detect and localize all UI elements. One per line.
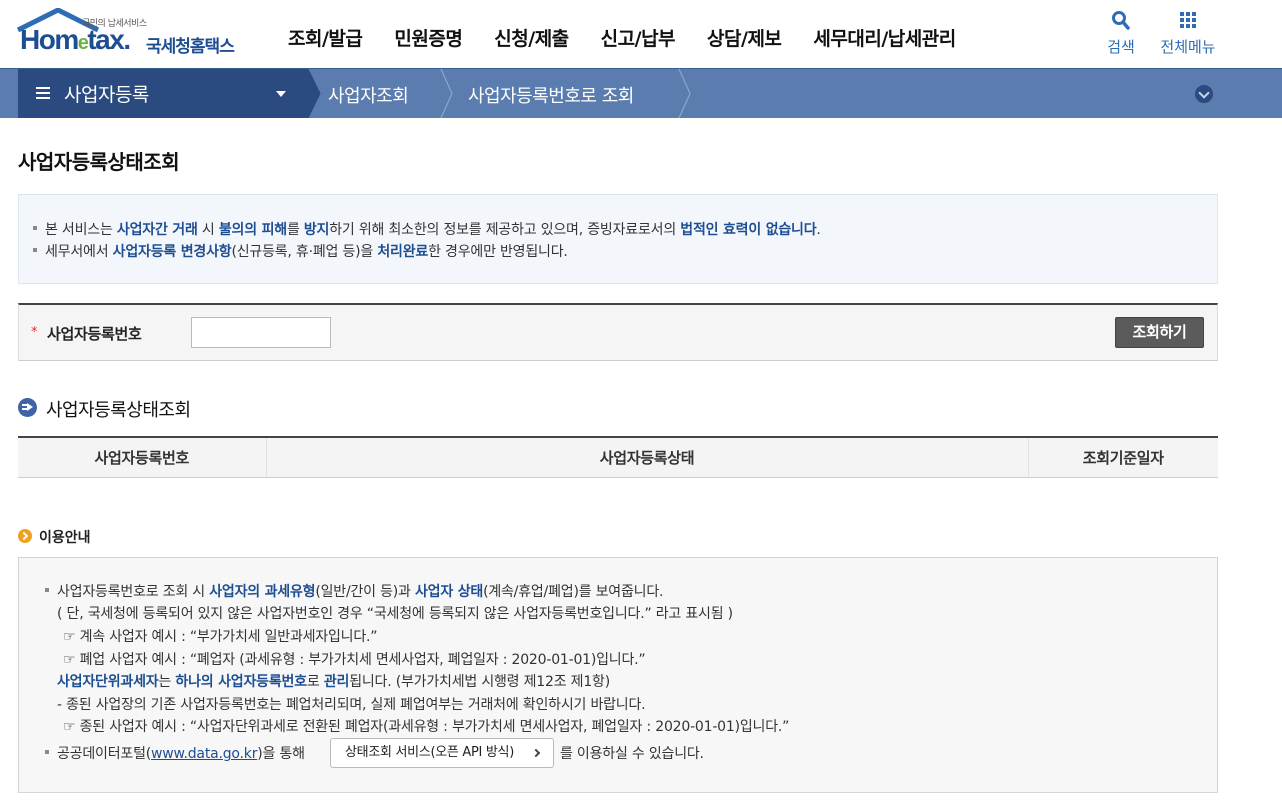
guide-line: 공공데이터포털(www.data.go.kr)을 통해	[45, 743, 305, 763]
guide-line: 사업자등록번호로 조회 시 사업자의 과세유형(일반/간이 등)과 사업자 상태…	[44, 581, 663, 601]
column-header-business-number: 사업자등록번호	[18, 437, 267, 478]
notice-line: 본 서비스는 사업자간 거래 시 불의의 피해를 방지하기 위해 최소한의 정보…	[33, 219, 821, 239]
column-header-status: 사업자등록상태	[266, 437, 1029, 478]
page-title: 사업자등록상태조회	[18, 150, 180, 174]
breadcrumb-separator-icon	[440, 69, 453, 118]
global-nav: 조회/발급 민원증명 신청/제출 신고/납부 상담/제보 세무대리/납세관리	[272, 24, 972, 51]
chevron-right-circle-icon	[18, 529, 32, 543]
search-form: * 사업자등록번호 조회하기	[18, 303, 1218, 361]
breadcrumb-business-inquiry[interactable]: 사업자조회	[328, 82, 409, 108]
usage-guide-box: 사업자등록번호로 조회 시 사업자의 과세유형(일반/간이 등)과 사업자 상태…	[18, 557, 1218, 793]
logo-brand: Hometax.	[20, 24, 131, 55]
caret-down-icon	[276, 91, 286, 97]
open-api-service-button[interactable]: 상태조회 서비스(오픈 API 방식)	[330, 738, 554, 768]
guide-line: 사업자단위과세자는 하나의 사업자등록번호로 관리됩니다. (부가가치세법 시행…	[57, 674, 610, 690]
data-portal-link[interactable]: www.data.go.kr	[151, 746, 257, 762]
breadcrumb-separator-icon	[678, 69, 691, 118]
hometax-logo[interactable]: 국민의 납세서비스 Hometax. 국세청홈택스	[16, 8, 246, 64]
gnb-application-submit[interactable]: 신청/제출	[494, 24, 569, 51]
gnb-inquiry-issue[interactable]: 조회/발급	[288, 24, 363, 51]
search-icon	[1100, 10, 1142, 36]
notice-box: 본 서비스는 사업자간 거래 시 불의의 피해를 방지하기 위해 최소한의 정보…	[18, 194, 1218, 284]
header: 국민의 납세서비스 Hometax. 국세청홈택스 조회/발급 민원증명 신청/…	[0, 0, 1282, 68]
inquiry-button[interactable]: 조회하기	[1115, 317, 1204, 348]
chevron-right-icon	[531, 748, 541, 758]
gnb-civil-certificate[interactable]: 민원증명	[394, 24, 462, 51]
required-mark: *	[31, 325, 38, 340]
hamburger-icon	[36, 87, 50, 99]
business-number-input[interactable]	[191, 317, 331, 348]
all-menu-button[interactable]: 전체메뉴	[1156, 10, 1220, 57]
breadcrumb-by-registration-number[interactable]: 사업자등록번호로 조회	[468, 82, 634, 108]
gnb-tax-agent[interactable]: 세무대리/납세관리	[813, 24, 956, 51]
location-bar: 사업자등록 사업자조회 사업자등록번호로 조회	[0, 68, 1282, 118]
logo-korean-name: 국세청홈택스	[146, 37, 235, 57]
breadcrumb-separator-icon	[308, 69, 321, 118]
business-number-label: 사업자등록번호	[47, 325, 142, 343]
gnb-consult-report[interactable]: 상담/제보	[707, 24, 782, 51]
arrow-circle-icon	[18, 398, 37, 417]
column-header-date: 조회기준일자	[1028, 437, 1218, 478]
guide-example-line: ☞ 폐업 사업자 예시 : “폐업자 (과세유형 : 부가가치세 면세사업자, …	[63, 652, 646, 668]
guide-example-line: ☞ 종된 사업자 예시 : “사업자단위과세로 전환된 폐업자(과세유형 : 부…	[63, 719, 790, 735]
search-button[interactable]: 검색	[1100, 10, 1142, 57]
guide-line: - 종된 사업장의 기존 사업자등록번호는 폐업처리되며, 실제 폐업여부는 거…	[57, 697, 646, 713]
chevron-down-icon[interactable]	[1195, 85, 1213, 103]
guide-line: ( 단, 국세청에 등록되어 있지 않은 사업자번호인 경우 “국세청에 등록되…	[57, 606, 733, 622]
menu-selector[interactable]: 사업자등록	[18, 69, 308, 118]
grid-menu-icon	[1156, 10, 1220, 36]
guide-line: 를 이용하실 수 있습니다.	[560, 746, 704, 762]
all-menu-label: 전체메뉴	[1160, 38, 1216, 56]
search-label: 검색	[1107, 38, 1135, 56]
menu-selector-label: 사업자등록	[64, 84, 149, 106]
notice-line: 세무서에서 사업자등록 변경사항(신규등록, 휴·폐업 등)을 처리완료한 경우…	[33, 241, 568, 261]
result-table: 사업자등록번호 사업자등록상태 조회기준일자	[18, 436, 1218, 478]
guide-example-line: ☞ 계속 사업자 예시 : “부가가치세 일반과세자입니다.”	[63, 629, 378, 645]
gnb-report-payment[interactable]: 신고/납부	[601, 24, 676, 51]
